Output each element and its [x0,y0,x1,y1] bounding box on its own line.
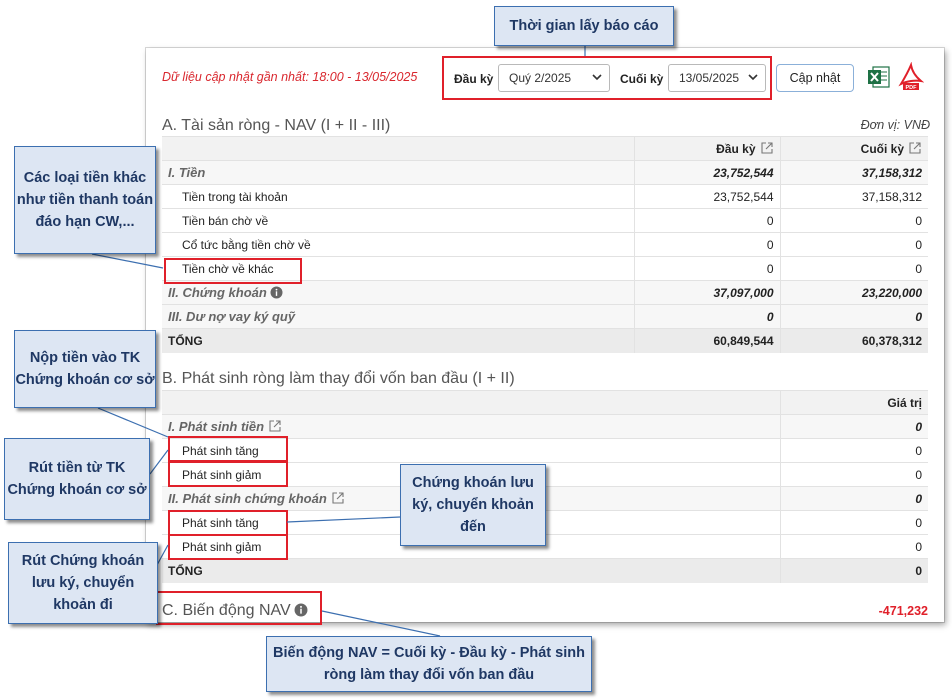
callout-withdraw: Rút tiền từ TK Chứng khoán cơ sở [4,438,150,520]
nav-table: Đầu kỳ Cuối kỳ I. Tiền 23,752,544 37,158… [162,136,928,353]
row-label: I. Phát sinh tiền [168,419,265,434]
nav-table-header: Đầu kỳ Cuối kỳ [162,136,928,161]
row-label-cell: II. Chứng khoán [162,280,634,305]
row-end-value: 0 [779,256,928,281]
table-row: Cổ tức bằng tiền chờ về 0 0 [162,232,928,257]
unit-label: Đơn vị: VNĐ [860,118,930,132]
table-row-total: TỔNG 0 [162,558,928,583]
nav-change-highlight [156,591,322,625]
other-cash-highlight [164,258,302,284]
row-label: TỔNG [162,328,634,353]
external-link-icon[interactable] [908,141,922,155]
external-link-icon[interactable] [331,491,345,505]
row-end-value: 60,378,312 [779,328,928,353]
table-row: I. Phát sinh tiền 0 [162,414,928,439]
row-value: 0 [779,510,928,535]
table-row-total: TỔNG 60,849,544 60,378,312 [162,328,928,353]
callout-nav-formula: Biến động NAV = Cuối kỳ - Đầu kỳ - Phát … [266,636,592,692]
report-time-highlight [442,56,772,100]
callout-deposit: Nộp tiền vào TK Chứng khoán cơ sở [14,330,156,408]
row-start-value: 0 [633,232,780,257]
external-link-icon[interactable] [268,419,282,433]
row-start-value: 0 [633,256,780,281]
row-value: 0 [779,558,928,583]
sec-decrease-highlight [168,534,288,560]
sec-increase-highlight [168,510,288,536]
table-row: II. Chứng khoán 37,097,000 23,220,000 [162,280,928,305]
col-value-header: Giá trị [779,390,928,415]
row-label: II. Phát sinh chứng khoán [168,491,327,506]
row-end-value: 0 [779,208,928,233]
row-value: 0 [779,462,928,487]
svg-text:PDF: PDF [906,85,918,91]
callout-sec-out: Rút Chứng khoán lưu ký, chuyển khoản đi [8,542,158,624]
external-link-icon[interactable] [760,141,774,155]
col-end-header: Cuối kỳ [779,136,928,161]
row-label: III. Dư nợ vay ký quỹ [162,304,634,329]
row-label-cell: I. Phát sinh tiền [162,414,780,439]
cash-increase-highlight [168,436,288,462]
row-end-value: 37,158,312 [779,184,928,209]
row-label: Tiền bán chờ về [162,208,634,233]
section-b-title: B. Phát sinh ròng làm thay đổi vốn ban đ… [162,370,515,387]
col-start-header: Đầu kỳ [633,136,780,161]
row-label: I. Tiền [162,160,634,185]
row-start-value: 23,752,544 [633,184,780,209]
update-button[interactable]: Cập nhật [776,64,854,92]
row-label: Tiền trong tài khoản [162,184,634,209]
col-start-label: Đầu kỳ [716,142,756,156]
pdf-icon[interactable]: PDF [898,62,924,92]
table-row: Tiền bán chờ về 0 0 [162,208,928,233]
row-end-value: 37,158,312 [779,160,928,185]
row-value: 0 [779,534,928,559]
callout-other-cash: Các loại tiền khác như tiền thanh toán đ… [14,146,156,254]
row-value: 0 [779,486,928,511]
row-label: II. Chứng khoán [168,285,267,300]
table-row: I. Tiền 23,752,544 37,158,312 [162,160,928,185]
row-start-value: 0 [633,208,780,233]
row-start-value: 0 [633,304,780,329]
row-value: 0 [779,438,928,463]
table-row: Tiền trong tài khoản 23,752,544 37,158,3… [162,184,928,209]
row-end-value: 23,220,000 [779,280,928,305]
row-label: Cổ tức bằng tiền chờ về [162,232,634,257]
cash-decrease-highlight [168,461,288,487]
excel-icon[interactable] [866,64,892,90]
row-start-value: 60,849,544 [633,328,780,353]
table-row: III. Dư nợ vay ký quỹ 0 0 [162,304,928,329]
row-value: 0 [779,414,928,439]
nav-change-value: -471,232 [878,604,928,618]
row-start-value: 37,097,000 [633,280,780,305]
changes-table-header: Giá trị [162,390,928,415]
row-end-value: 0 [779,232,928,257]
info-icon[interactable] [270,286,283,299]
row-start-value: 23,752,544 [633,160,780,185]
row-label: TỔNG [162,558,780,583]
row-end-value: 0 [779,304,928,329]
last-update-note: Dữ liệu cập nhật gần nhất: 18:00 - 13/05… [162,70,418,84]
callout-sec-in: Chứng khoán lưu ký, chuyển khoản đến [400,464,546,546]
section-a-title: A. Tài sản ròng - NAV (I + II - III) [162,117,391,134]
col-end-label: Cuối kỳ [860,142,904,156]
callout-report-time: Thời gian lấy báo cáo [494,6,674,46]
